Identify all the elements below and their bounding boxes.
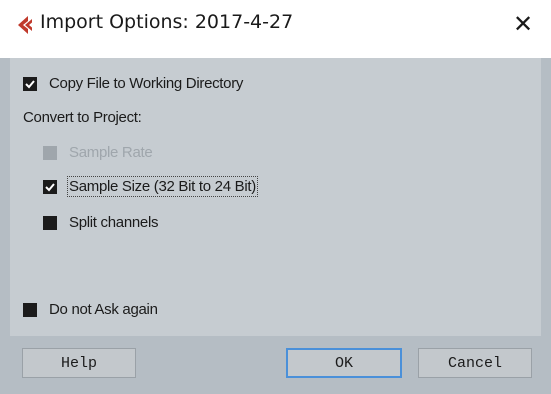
import-options-dialog: Import Options: 2017-4-27 ✕ Copy File to… xyxy=(0,0,551,394)
window-title: Import Options: 2017-4-27 xyxy=(40,11,294,33)
sample-rate-option: Sample Rate xyxy=(43,144,153,161)
cubase-logo-icon xyxy=(14,14,36,36)
options-panel: Copy File to Working Directory Convert t… xyxy=(10,58,541,336)
ok-button[interactable]: OK xyxy=(286,348,402,378)
checkmark-icon xyxy=(25,79,35,88)
split-channels-option[interactable]: Split channels xyxy=(43,214,159,231)
title-bar: Import Options: 2017-4-27 ✕ xyxy=(0,0,551,58)
close-button[interactable]: ✕ xyxy=(505,6,541,42)
sample-rate-label: Sample Rate xyxy=(69,144,153,161)
copy-file-checkbox[interactable] xyxy=(23,76,37,91)
copy-file-label: Copy File to Working Directory xyxy=(49,75,244,92)
split-channels-checkbox[interactable] xyxy=(43,215,57,230)
close-icon: ✕ xyxy=(512,10,534,38)
convert-heading-row: Convert to Project: xyxy=(23,109,142,126)
split-channels-label: Split channels xyxy=(69,214,159,231)
sample-size-checkbox[interactable] xyxy=(43,179,57,194)
do-not-ask-option[interactable]: Do not Ask again xyxy=(23,301,158,318)
checkmark-icon xyxy=(45,182,55,191)
do-not-ask-label: Do not Ask again xyxy=(49,301,158,318)
sample-size-option[interactable]: Sample Size (32 Bit to 24 Bit) xyxy=(43,176,258,197)
button-bar: Help OK Cancel xyxy=(10,342,541,386)
do-not-ask-checkbox[interactable] xyxy=(23,302,37,317)
copy-file-option[interactable]: Copy File to Working Directory xyxy=(23,75,243,92)
sample-rate-checkbox xyxy=(43,145,57,160)
sample-size-label: Sample Size (32 Bit to 24 Bit) xyxy=(67,176,258,197)
cancel-button[interactable]: Cancel xyxy=(418,348,532,378)
help-button[interactable]: Help xyxy=(22,348,136,378)
convert-to-project-heading: Convert to Project: xyxy=(23,109,142,126)
